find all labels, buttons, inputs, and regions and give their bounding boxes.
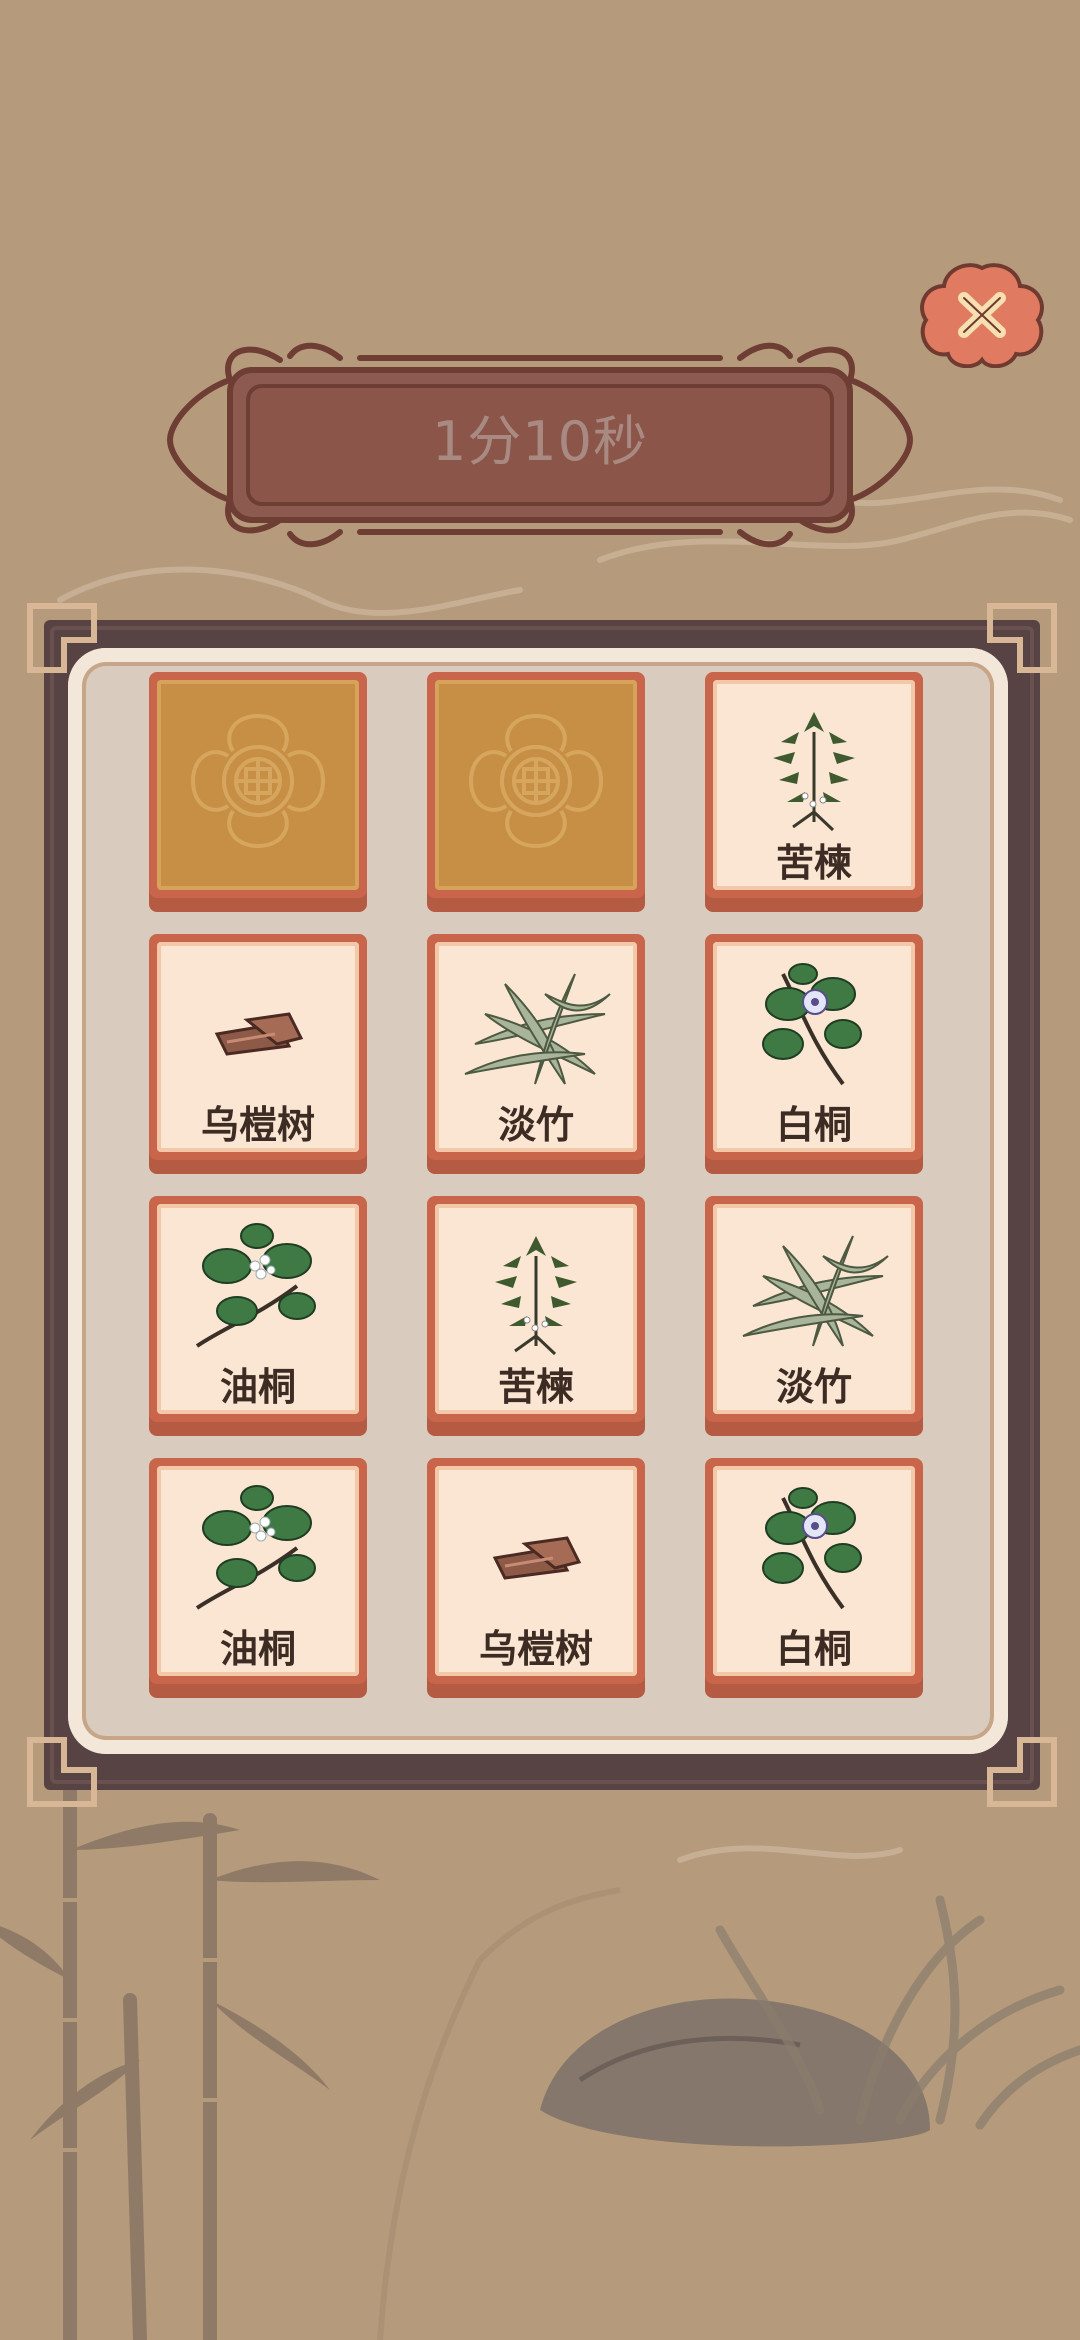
tile-label: 苦楝 <box>497 1365 574 1409</box>
tile-label: 淡竹 <box>775 1365 852 1409</box>
tile-label: 白桐 <box>775 1627 852 1671</box>
tile-face-down[interactable] <box>427 672 645 912</box>
flowering-branch-icon <box>761 962 863 1086</box>
herb-sprig-icon <box>493 1234 579 1356</box>
tile-card[interactable]: 白桐 <box>705 1458 923 1698</box>
tile-card[interactable]: 油桐 <box>149 1458 367 1698</box>
timer-text: 1分10秒 <box>431 410 649 473</box>
lucky-pattern-icon <box>191 714 325 848</box>
leafy-branch-icon <box>195 1484 317 1610</box>
close-button[interactable] <box>918 262 1046 369</box>
tile-card[interactable]: 油桐 <box>149 1196 367 1436</box>
tile-card[interactable]: 乌榿树 <box>427 1458 645 1698</box>
tile-label: 油桐 <box>219 1627 296 1671</box>
tile-label: 白桐 <box>775 1103 852 1147</box>
tile-label: 乌榿树 <box>200 1103 315 1147</box>
tile-label: 油桐 <box>219 1365 296 1409</box>
tile-label: 苦楝 <box>775 841 852 885</box>
tile-label: 淡竹 <box>497 1103 574 1147</box>
herb-sprig-icon <box>771 710 857 832</box>
bamboo-leaves-icon <box>464 973 611 1085</box>
leafy-branch-icon <box>195 1222 317 1348</box>
tile-card[interactable]: 乌榿树 <box>149 934 367 1174</box>
lucky-pattern-icon <box>469 714 603 848</box>
tile-card[interactable]: 白桐 <box>705 934 923 1174</box>
tile-card[interactable]: 苦楝 <box>427 1196 645 1436</box>
bark-pieces-icon <box>215 1012 303 1056</box>
tile-card[interactable]: 淡竹 <box>427 934 645 1174</box>
flowering-branch-icon <box>761 1486 863 1610</box>
tile-label: 乌榿树 <box>478 1627 593 1671</box>
bamboo-leaves-icon <box>742 1235 889 1347</box>
close-icon <box>920 263 1044 369</box>
tile-card[interactable]: 淡竹 <box>705 1196 923 1436</box>
tile-face-down[interactable] <box>149 672 367 912</box>
bamboo-illustration <box>0 1730 380 2340</box>
tile-card[interactable]: 苦楝 <box>705 672 923 912</box>
bark-pieces-icon <box>493 1536 581 1580</box>
